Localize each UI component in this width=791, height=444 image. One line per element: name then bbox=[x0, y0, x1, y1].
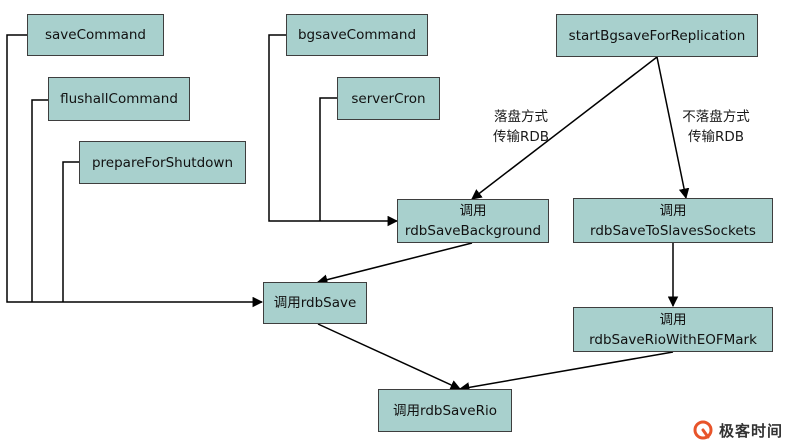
node-rdb-save-rio-with-eof-mark-line2: rdbSaveRioWithEOFMark bbox=[589, 331, 757, 348]
node-rdb-save-to-slaves-sockets-line1: 调用 bbox=[659, 202, 687, 219]
brand-name: 极客时间 bbox=[719, 421, 784, 440]
node-bgsave-command-label: bgsaveCommand bbox=[297, 27, 417, 43]
node-prepare-for-shutdown: prepareForShutdown bbox=[79, 141, 246, 184]
connector-flushall-command-to-rdb-save bbox=[31, 99, 48, 302]
node-rdb-save-label: 调用rdbSave bbox=[273, 295, 357, 311]
edge-label-diskless-transfer: 不落盘方式 传输RDB bbox=[672, 107, 760, 147]
connector-prepare-for-shutdown-to-rdb-save bbox=[62, 161, 79, 302]
node-start-bgsave-for-replication: startBgsaveForReplication bbox=[556, 14, 758, 57]
node-start-bgsave-for-replication-label: startBgsaveForReplication bbox=[568, 27, 746, 44]
node-server-cron: serverCron bbox=[337, 77, 440, 120]
node-rdb-save-background-line1: 调用 bbox=[459, 203, 487, 219]
node-rdb-save-rio-with-eof-mark: 调用 rdbSaveRioWithEOFMark bbox=[573, 307, 773, 352]
connector-bgsave-command-to-rdb-save-background bbox=[268, 34, 399, 227]
edge-label-diskless-transfer-line2: 传输RDB bbox=[687, 129, 745, 145]
node-bgsave-command: bgsaveCommand bbox=[286, 14, 428, 56]
connector-rdb-save-to-rdb-save-rio bbox=[317, 323, 461, 390]
edge-label-disk-transfer-line2: 传输RDB bbox=[492, 129, 550, 145]
brand-logo: 极客时间 bbox=[693, 418, 783, 442]
node-save-command: saveCommand bbox=[27, 14, 164, 56]
node-rdb-save-to-slaves-sockets-line2: rdbSaveToSlavesSockets bbox=[590, 222, 756, 239]
node-rdb-save-rio-label: 调用rdbSaveRio bbox=[393, 402, 497, 419]
connector-rdb-save-rio-with-eof-mark-to-rdb-save-rio bbox=[458, 351, 674, 393]
node-flushall-command: flushallCommand bbox=[48, 77, 190, 121]
geektime-logo-icon bbox=[693, 420, 713, 440]
node-rdb-save-rio: 调用rdbSaveRio bbox=[378, 389, 512, 432]
node-rdb-save-background-line2: rdbSaveBackground bbox=[404, 223, 542, 239]
node-save-command-label: saveCommand bbox=[45, 27, 146, 43]
connector-rdb-save-background-to-rdb-save bbox=[316, 242, 473, 285]
node-server-cron-label: serverCron bbox=[351, 90, 426, 107]
node-rdb-save-to-slaves-sockets: 调用 rdbSaveToSlavesSockets bbox=[573, 198, 773, 243]
node-rdb-save-background: 调用 rdbSaveBackground bbox=[397, 199, 549, 243]
node-prepare-for-shutdown-label: prepareForShutdown bbox=[91, 154, 234, 171]
node-rdb-save-rio-with-eof-mark-line1: 调用 bbox=[659, 311, 687, 328]
connector-server-cron-to-rdb-save-background bbox=[319, 97, 337, 221]
node-flushall-command-label: flushallCommand bbox=[60, 91, 178, 107]
diagram-canvas: saveCommand flushallCommand prepareForSh… bbox=[0, 0, 791, 444]
edge-label-diskless-transfer-line1: 不落盘方式 bbox=[682, 109, 750, 125]
edge-label-disk-transfer-line1: 落盘方式 bbox=[494, 109, 548, 125]
edge-label-disk-transfer: 落盘方式 传输RDB bbox=[482, 107, 560, 147]
node-rdb-save: 调用rdbSave bbox=[263, 282, 367, 324]
